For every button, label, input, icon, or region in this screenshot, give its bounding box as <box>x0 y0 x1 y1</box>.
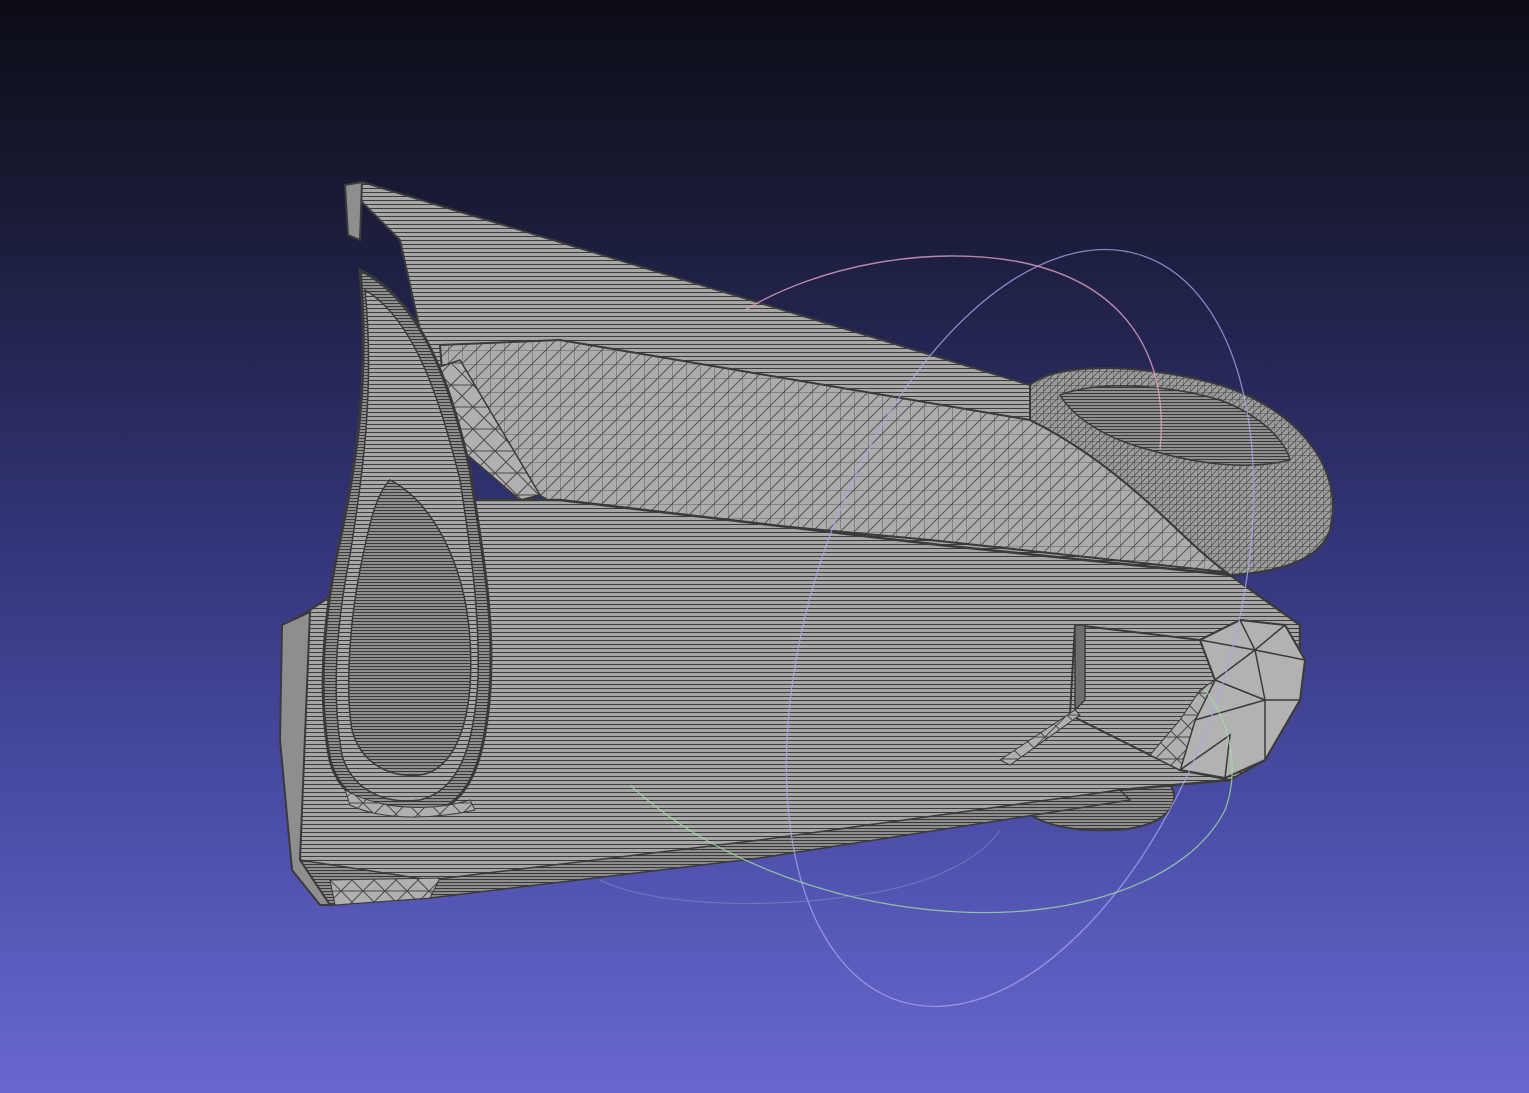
3d-viewport[interactable] <box>0 0 1529 1093</box>
mesh-scene[interactable] <box>0 0 1529 1093</box>
